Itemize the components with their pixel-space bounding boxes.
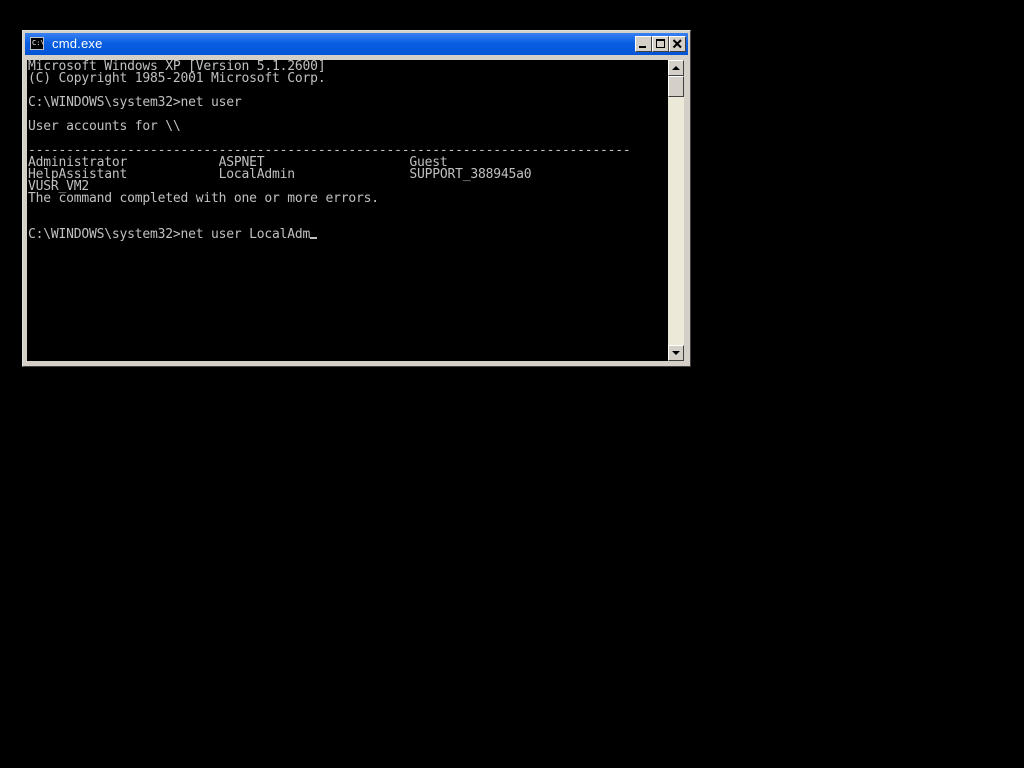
scroll-up-arrow-icon (672, 66, 680, 70)
scroll-thumb[interactable] (668, 76, 684, 97)
text-cursor (310, 237, 318, 239)
minimize-button[interactable] (635, 36, 652, 52)
close-button[interactable] (669, 36, 686, 52)
vertical-scrollbar[interactable] (668, 60, 684, 361)
scroll-down-button[interactable] (668, 345, 684, 361)
console-line: HelpAssistant LocalAdmin SUPPORT_388945a… (28, 167, 532, 182)
scroll-up-button[interactable] (668, 60, 684, 76)
close-icon (672, 39, 682, 49)
console-output[interactable]: Microsoft Windows XP [Version 5.1.2600](… (27, 60, 668, 361)
maximize-icon (656, 39, 665, 48)
command-prompt-line[interactable]: C:\WINDOWS\system32>net user LocalAdm (28, 227, 668, 242)
maximize-button[interactable] (652, 36, 669, 52)
console-line: User accounts for \\ (28, 119, 181, 134)
window-title: cmd.exe (52, 36, 103, 51)
scroll-down-arrow-icon (672, 351, 680, 355)
console-line: The command completed with one or more e… (28, 191, 379, 206)
minimize-icon (639, 46, 646, 48)
title-bar[interactable]: C:\ cmd.exe (25, 33, 688, 55)
console-text: Microsoft Windows XP [Version 5.1.2600](… (27, 60, 668, 241)
cmd-icon[interactable]: C:\ (30, 37, 44, 50)
console-line: C:\WINDOWS\system32>net user (28, 95, 242, 110)
command-input[interactable]: C:\WINDOWS\system32>net user LocalAdm (28, 227, 310, 242)
cmd-window[interactable]: C:\ cmd.exe Microsoft Windows XP [Versio… (22, 30, 691, 367)
console-line: (C) Copyright 1985-2001 Microsoft Corp. (28, 71, 326, 86)
desktop: C:\ cmd.exe Microsoft Windows XP [Versio… (0, 0, 1024, 768)
